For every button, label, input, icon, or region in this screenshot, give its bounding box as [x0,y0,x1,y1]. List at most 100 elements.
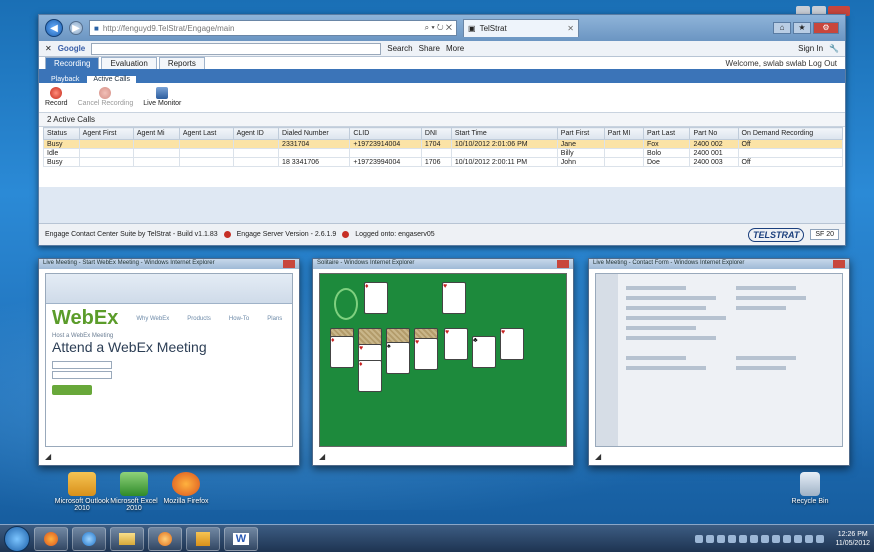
tableau-card[interactable]: ♥ [500,328,524,360]
webex-nav-item[interactable]: How-To [229,316,249,322]
column-header[interactable]: CLID [349,127,422,140]
taskbar-word[interactable]: W [224,526,258,551]
webex-nav-item[interactable]: Plans [267,316,282,322]
desktop-icon-recycle-bin[interactable]: Recycle Bin [780,472,840,505]
taskbar-firefox[interactable] [34,526,68,551]
search-button[interactable]: Search [387,44,412,53]
tableau-card[interactable]: ♥ [444,328,468,360]
tab-close-icon[interactable]: ✕ [567,24,574,33]
webex-nav-item[interactable]: Why WebEx [136,316,169,322]
column-header[interactable]: Part MI [603,127,645,140]
browser-tab[interactable]: ▣ TelStrat ✕ [463,19,579,37]
more-button[interactable]: More [446,44,464,53]
tray-icon[interactable] [783,534,792,543]
form-field[interactable] [626,366,706,370]
tableau-card[interactable]: ♦ [358,360,382,392]
column-header[interactable]: Part No [689,127,739,140]
tableau-card[interactable]: ♣ [472,336,496,368]
foundation-card[interactable]: ♥ [442,282,466,314]
column-header[interactable]: Agent Last [178,127,234,140]
table-row[interactable]: Busy 2331704 +19723914004 1704 10/10/2012 2:… [43,139,844,149]
version-button[interactable]: SF 20 [810,229,839,240]
close-icon[interactable] [833,260,845,268]
google-search-input[interactable] [91,42,382,55]
tray-icon[interactable] [761,534,770,543]
signin-link[interactable]: Sign In [798,44,823,53]
column-header[interactable]: Agent Mi [132,127,180,140]
start-button[interactable] [4,525,30,552]
back-button[interactable]: ◀ [45,19,63,37]
form-field[interactable] [626,326,696,330]
form-field[interactable] [736,306,786,310]
live-monitor-button[interactable]: Live Monitor [143,87,181,108]
favorites-icon[interactable]: ★ [793,22,811,34]
table-row[interactable]: Busy 18 3341706 +19723994004 1706 10/10/2012… [43,157,844,167]
column-header[interactable]: On Demand Recording [737,127,844,140]
waste-card[interactable]: ♦ [364,282,388,314]
form-field[interactable] [626,336,716,340]
tableau-card[interactable]: ♠ [386,342,410,374]
column-header[interactable]: DNI [420,127,452,140]
close-icon[interactable] [557,260,569,268]
thumbnail-solitaire[interactable]: Solitaire - Windows Internet Explorer ♦ … [312,258,574,466]
tray-icon[interactable] [794,534,803,543]
wrench-icon[interactable]: 🔧 [829,44,839,53]
column-header[interactable]: Agent ID [232,127,280,140]
welcome-text[interactable]: Welcome, swlab swlab Log Out [726,59,837,68]
webex-nav-item[interactable]: Products [187,316,211,322]
tray-icon[interactable] [706,534,715,543]
tab-playback[interactable]: Playback [45,76,85,83]
close-icon[interactable] [283,260,295,268]
forward-button[interactable]: ▶ [69,21,83,35]
taskbar-explorer[interactable] [110,526,144,551]
form-field[interactable] [736,356,796,360]
desktop-icon-excel[interactable]: Microsoft Excel 2010 [104,472,164,512]
network-icon[interactable] [805,534,814,543]
tab-evaluation[interactable]: Evaluation [101,57,157,69]
form-field[interactable] [626,356,686,360]
form-field[interactable] [736,296,806,300]
column-header[interactable]: Dialed Number [278,127,351,140]
meeting-password-field[interactable] [52,371,112,379]
stock-slot[interactable] [334,288,358,320]
record-button[interactable]: Record [45,87,68,108]
tab-reports[interactable]: Reports [158,57,205,69]
form-field[interactable] [626,286,686,290]
form-field[interactable] [626,296,716,300]
address-controls-icon[interactable]: ⌕ ▾ ↻ ✕ [425,23,452,33]
meeting-number-field[interactable] [52,361,112,369]
thumbnail-webex[interactable]: Live Meeting - Start WebEx Meeting - Win… [38,258,300,466]
form-field[interactable] [736,286,796,290]
form-field[interactable] [736,366,786,370]
form-field[interactable] [626,306,706,310]
taskbar-outlook[interactable] [186,526,220,551]
tray-icon[interactable] [695,534,704,543]
column-header[interactable]: Start Time [450,127,558,140]
desktop-icon-firefox[interactable]: Mozilla Firefox [156,472,216,505]
tableau-card[interactable]: ♦ [330,336,354,368]
taskbar-media[interactable] [148,526,182,551]
tray-icon[interactable] [772,534,781,543]
tab-active-calls[interactable]: Active Calls [87,76,136,83]
cancel-recording-button[interactable]: Cancel Recording [78,87,133,108]
form-field[interactable] [626,316,726,320]
tray-icon[interactable] [717,534,726,543]
tray-icon[interactable] [728,534,737,543]
gear-icon[interactable]: ⚙ [813,22,839,34]
clock[interactable]: 12:26 PM 11/05/2012 [835,530,870,548]
table-row[interactable]: Idle Billy Bolo 2400 001 [43,148,844,158]
column-header[interactable]: Part First [556,127,605,140]
thumbnail-form[interactable]: Live Meeting - Contact Form - Windows In… [588,258,850,466]
address-bar[interactable]: ■ http://fenguyd9.TelStrat/Engage/main ⌕… [89,20,457,36]
column-header[interactable]: Part Last [642,127,691,140]
column-header[interactable]: Status [43,127,80,140]
home-icon[interactable]: ⌂ [773,22,791,34]
taskbar-ie[interactable] [72,526,106,551]
desktop-icon-outlook[interactable]: Microsoft Outlook 2010 [52,472,112,512]
tray-icon[interactable] [750,534,759,543]
tray-icon[interactable] [739,534,748,543]
tableau-card[interactable]: ♥ [414,338,438,370]
share-button[interactable]: Share [419,44,440,53]
volume-icon[interactable] [816,534,825,543]
column-header[interactable]: Agent First [78,127,134,140]
